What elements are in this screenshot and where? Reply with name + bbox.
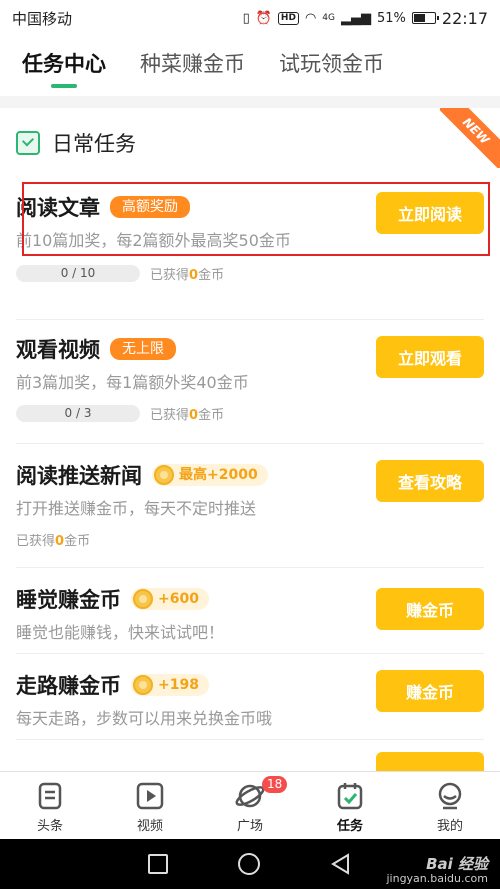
coin-icon <box>133 589 153 609</box>
section-header: 日常任务 NEW <box>0 108 500 178</box>
tab-trial-coins[interactable]: 试玩领金币 <box>279 36 384 96</box>
nav-tasks[interactable]: 任务 <box>300 772 400 839</box>
tab-label: 种菜赚金币 <box>140 52 245 76</box>
task-name: 阅读推送新闻 <box>16 464 142 488</box>
task-walk-coins: 走路赚金币 +198 每天走路，步数可以用来兑换金币哦 赚金币 <box>16 654 484 740</box>
carrier-name: 中国移动 <box>12 9 73 28</box>
nav-video[interactable]: 视频 <box>100 772 200 839</box>
nav-plaza[interactable]: 18 广场 <box>200 772 300 839</box>
watch-now-button[interactable]: 立即观看 <box>376 336 484 378</box>
clock: 22:17 <box>441 8 488 28</box>
network-type: 4G <box>322 13 335 23</box>
watermark: Bai 经验 jingyan.baidu.com <box>386 855 488 886</box>
nav-label: 我的 <box>436 819 463 834</box>
task-tag: 无上限 <box>110 338 176 360</box>
ribbon-label: NEW <box>440 108 500 168</box>
coin-icon <box>154 465 174 485</box>
nav-headlines[interactable]: 头条 <box>0 772 100 839</box>
signal-icon: ▂▄▆ <box>340 10 371 26</box>
earned-coins: 已获得0金币 <box>16 534 91 549</box>
nav-profile[interactable]: 我的 <box>400 772 500 839</box>
news-icon <box>38 782 62 810</box>
tab-task-center[interactable]: 任务中心 <box>22 36 106 96</box>
nav-label: 头条 <box>36 819 63 834</box>
new-ribbon: NEW <box>440 108 500 168</box>
coin-reward-tag: +198 <box>131 674 209 696</box>
task-name: 观看视频 <box>16 338 100 362</box>
nav-label: 视频 <box>136 819 163 834</box>
plaza-icon <box>235 784 265 808</box>
back-button[interactable] <box>330 853 352 875</box>
task-name: 走路赚金币 <box>16 674 121 698</box>
task-read-push-news: 阅读推送新闻 最高+2000 打开推送赚金币，每天不定时推送 已获得0金币 查看… <box>16 444 484 568</box>
battery-icon <box>411 12 439 24</box>
tab-label: 试玩领金币 <box>279 52 384 76</box>
earn-coins-button[interactable]: 赚金币 <box>376 670 484 712</box>
coin-reward-tag: 最高+2000 <box>152 464 268 486</box>
wifi-icon: ◠ <box>304 10 317 26</box>
battery-percent: 51% <box>376 10 406 26</box>
task-watch-videos: 观看视频 无上限 前3篇加奖，每1篇额外奖40金币 0 / 3 已获得0金币 立… <box>16 320 484 444</box>
progress-bar: 0 / 10 <box>16 265 140 282</box>
hd-icon: HD <box>277 11 299 25</box>
partial-next-task <box>16 740 484 771</box>
earned-coins: 已获得0金币 <box>150 268 225 283</box>
highlight-box <box>22 182 490 256</box>
video-icon <box>136 782 164 810</box>
tab-label: 任务中心 <box>22 52 106 76</box>
earned-coins: 已获得0金币 <box>150 408 225 423</box>
profile-icon <box>438 782 462 810</box>
section-title: 日常任务 <box>52 132 136 156</box>
progress-bar: 0 / 3 <box>16 405 140 422</box>
tab-farming-coins[interactable]: 种菜赚金币 <box>140 36 245 96</box>
vibrate-icon: ▯ <box>242 10 250 26</box>
task-name: 睡觉赚金币 <box>16 588 121 612</box>
coin-icon <box>133 675 153 695</box>
calendar-check-icon <box>16 131 40 155</box>
alarm-icon: ⏰ <box>255 10 272 26</box>
system-nav-bar: Bai 经验 jingyan.baidu.com <box>0 839 500 889</box>
status-icons: ▯ ⏰ HD ◠ 4G ▂▄▆ 51% <box>242 10 439 26</box>
bottom-nav: 头条 视频 18 广场 任务 我的 <box>0 771 500 839</box>
earn-coins-button[interactable]: 赚金币 <box>376 588 484 630</box>
view-guide-button[interactable]: 查看攻略 <box>376 460 484 502</box>
notification-badge: 18 <box>262 776 288 793</box>
coin-reward-tag: +600 <box>131 588 209 610</box>
top-tabs: 任务中心 种菜赚金币 试玩领金币 <box>0 36 500 96</box>
task-icon <box>337 783 363 810</box>
nav-label: 任务 <box>336 819 363 834</box>
home-button[interactable] <box>238 853 260 875</box>
recent-apps-button[interactable] <box>148 854 168 874</box>
status-bar: 中国移动 ▯ ⏰ HD ◠ 4G ▂▄▆ 51% 22:17 <box>0 0 500 36</box>
task-sleep-coins: 睡觉赚金币 +600 睡觉也能赚钱，快来试试吧！ 赚金币 <box>16 568 484 654</box>
tab-indicator <box>51 84 77 88</box>
nav-label: 广场 <box>236 819 263 834</box>
